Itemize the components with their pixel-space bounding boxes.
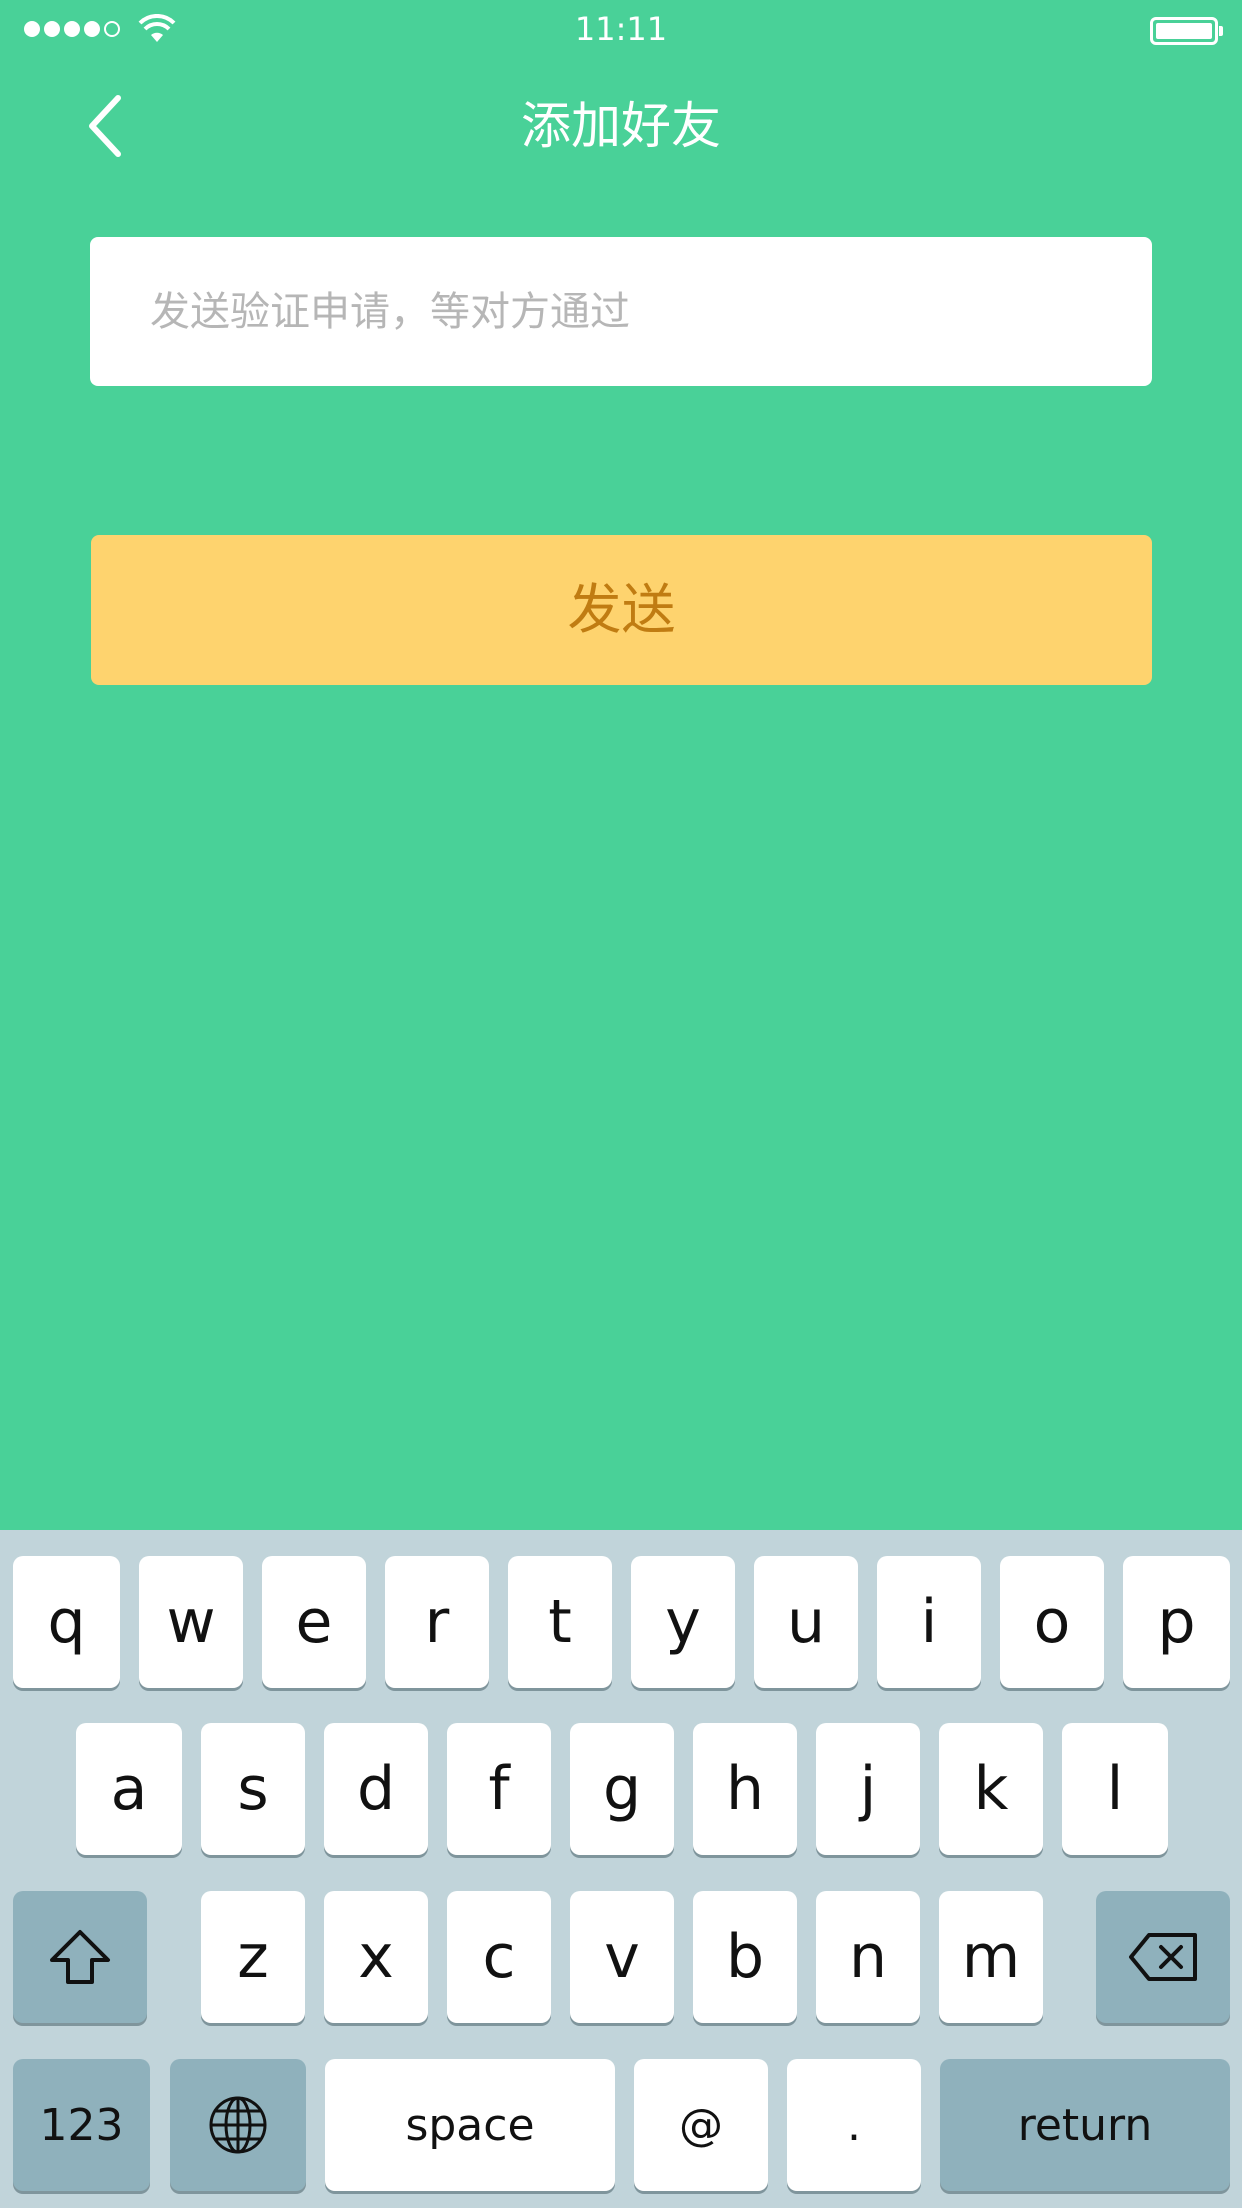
backspace-icon <box>1129 1933 1197 1981</box>
space-key[interactable]: space <box>325 2059 615 2191</box>
key-u[interactable]: u <box>754 1556 858 1688</box>
shift-key[interactable] <box>13 1891 147 2023</box>
key-x[interactable]: x <box>324 1891 428 2023</box>
status-time: 11:11 <box>574 10 668 48</box>
send-button[interactable]: 发送 <box>91 535 1152 685</box>
key-a[interactable]: a <box>76 1723 182 1855</box>
key-p[interactable]: p <box>1123 1556 1230 1688</box>
key-l[interactable]: l <box>1062 1723 1168 1855</box>
key-n[interactable]: n <box>816 1891 920 2023</box>
key-g[interactable]: g <box>570 1723 674 1855</box>
shift-icon <box>50 1930 110 1984</box>
verification-message-field[interactable] <box>90 237 1152 386</box>
status-bar: 11:11 <box>0 0 1242 60</box>
key-o[interactable]: o <box>1000 1556 1104 1688</box>
verification-message-input[interactable] <box>90 237 1152 386</box>
key-v[interactable]: v <box>570 1891 674 2023</box>
key-q[interactable]: q <box>13 1556 120 1688</box>
return-key[interactable]: return <box>940 2059 1230 2191</box>
at-key[interactable]: @ <box>634 2059 768 2191</box>
key-h[interactable]: h <box>693 1723 797 1855</box>
key-z[interactable]: z <box>201 1891 305 2023</box>
key-w[interactable]: w <box>139 1556 243 1688</box>
globe-key[interactable] <box>170 2059 306 2191</box>
key-y[interactable]: y <box>631 1556 735 1688</box>
key-c[interactable]: c <box>447 1891 551 2023</box>
key-s[interactable]: s <box>201 1723 305 1855</box>
battery-tip <box>1219 26 1223 36</box>
numbers-key[interactable]: 123 <box>13 2059 150 2191</box>
key-t[interactable]: t <box>508 1556 612 1688</box>
key-m[interactable]: m <box>939 1891 1043 2023</box>
key-k[interactable]: k <box>939 1723 1043 1855</box>
key-d[interactable]: d <box>324 1723 428 1855</box>
key-e[interactable]: e <box>262 1556 366 1688</box>
delete-key[interactable] <box>1096 1891 1230 2023</box>
key-j[interactable]: j <box>816 1723 920 1855</box>
key-b[interactable]: b <box>693 1891 797 2023</box>
battery-icon <box>1150 17 1218 45</box>
dot-key[interactable]: . <box>787 2059 921 2191</box>
page-title: 添加好友 <box>521 97 721 155</box>
keyboard: q w e r t y u i o p a s d f g h j k l z … <box>0 1530 1242 2208</box>
key-i[interactable]: i <box>877 1556 981 1688</box>
globe-icon <box>209 2096 267 2154</box>
key-f[interactable]: f <box>447 1723 551 1855</box>
key-r[interactable]: r <box>385 1556 489 1688</box>
